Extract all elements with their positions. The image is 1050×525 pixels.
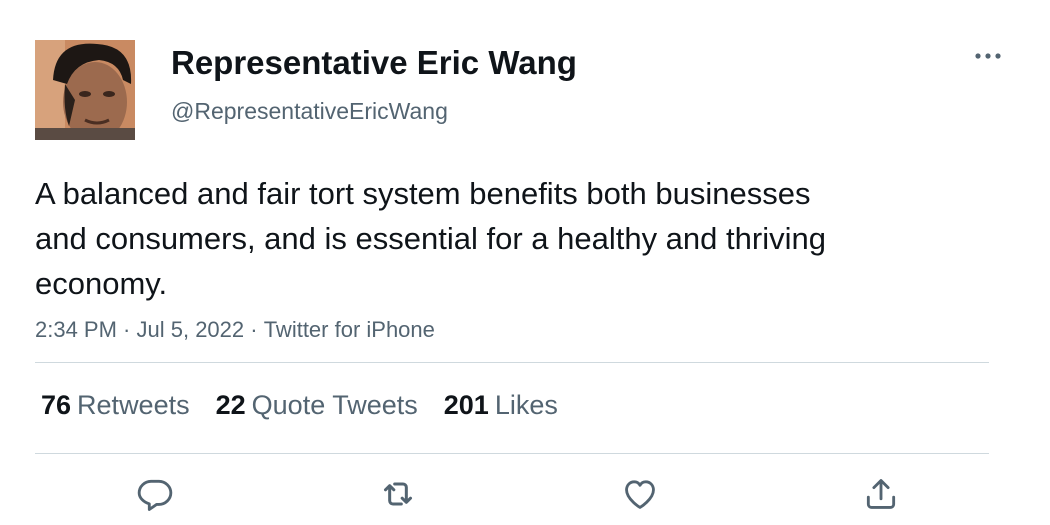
- author-display-name[interactable]: Representative Eric Wang: [171, 44, 577, 82]
- retweets-stat[interactable]: 76 Retweets: [41, 388, 190, 422]
- heart-icon: [625, 480, 655, 509]
- more-options-button[interactable]: [970, 42, 1006, 70]
- avatar[interactable]: [35, 40, 135, 140]
- meta-separator: ·: [116, 317, 137, 342]
- retweets-label: Retweets: [77, 390, 190, 420]
- profile-photo: [35, 40, 135, 140]
- quote-tweets-label: Quote Tweets: [251, 390, 418, 420]
- like-button[interactable]: [618, 472, 662, 516]
- likes-label: Likes: [494, 390, 558, 420]
- retweet-icon: [384, 482, 412, 506]
- tweet-source[interactable]: Twitter for iPhone: [264, 316, 435, 344]
- reply-icon: [137, 479, 173, 511]
- engagement-stats: 76 Retweets 22 Quote Tweets 201 Likes: [41, 388, 584, 422]
- tweet-text: A balanced and fair tort system benefits…: [35, 176, 826, 301]
- likes-count: 201: [443, 390, 489, 420]
- share-button[interactable]: [859, 472, 903, 516]
- author-handle[interactable]: @RepresentativeEricWang: [171, 97, 448, 125]
- quote-tweets-count: 22: [215, 390, 246, 420]
- divider: [35, 453, 989, 454]
- quote-tweets-stat[interactable]: 22 Quote Tweets: [216, 388, 418, 422]
- retweets-count: 76: [41, 390, 72, 420]
- share-icon: [866, 479, 896, 509]
- tweet-date[interactable]: Jul 5, 2022: [137, 316, 245, 344]
- reply-button[interactable]: [133, 472, 177, 516]
- more-dots-icon: [975, 53, 1001, 59]
- likes-stat[interactable]: 201 Likes: [444, 388, 558, 422]
- meta-separator: ·: [244, 317, 264, 342]
- tweet-time[interactable]: 2:34 PM: [35, 316, 117, 344]
- divider: [35, 362, 989, 363]
- retweet-button[interactable]: [376, 472, 420, 516]
- tweet-meta: 2:34 PM · Jul 5, 2022 · Twitter for iPho…: [35, 316, 435, 344]
